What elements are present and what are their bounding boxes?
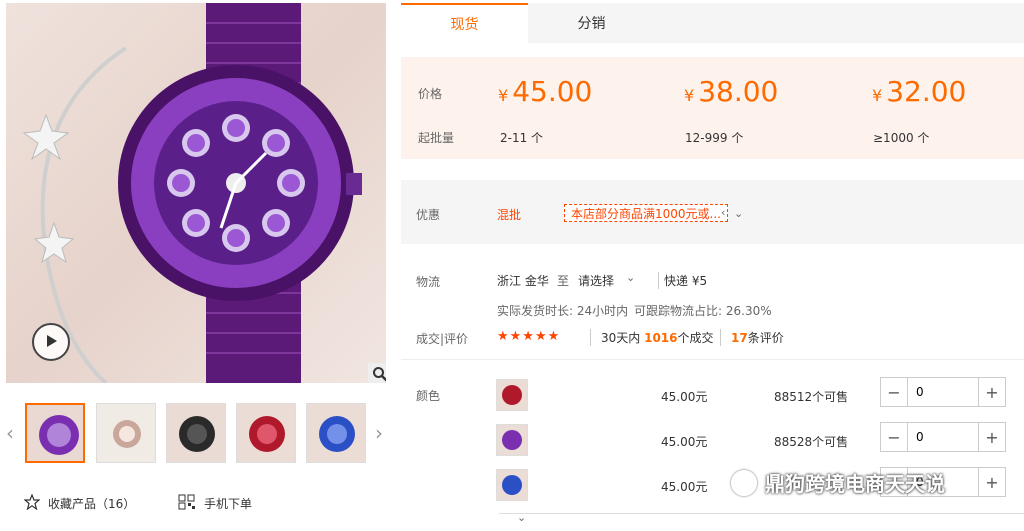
moq-label: 起批量 bbox=[418, 131, 455, 145]
quantity-stepper: − + bbox=[880, 377, 1006, 407]
chevron-down-icon[interactable]: ⌄ bbox=[626, 271, 635, 284]
to-label: 至 bbox=[557, 274, 570, 288]
quantity-input[interactable] bbox=[907, 378, 979, 406]
moq-range-2: 12-999 个 bbox=[685, 131, 744, 145]
decrement-button[interactable]: − bbox=[881, 423, 907, 451]
chevron-left-icon: ‹ bbox=[721, 206, 726, 219]
gallery-actions: 收藏产品（16） 手机下单 bbox=[0, 493, 395, 514]
currency-symbol: ¥ bbox=[498, 86, 509, 105]
divider bbox=[401, 359, 1024, 360]
deals-prefix: 30天内 bbox=[601, 331, 641, 345]
currency-symbol: ¥ bbox=[684, 86, 695, 105]
deals-number: 1016 bbox=[644, 331, 678, 345]
price-tier-3: ¥32.00 bbox=[872, 75, 966, 108]
origin-location: 浙江 金华 bbox=[497, 274, 549, 288]
thumbnail-5[interactable] bbox=[306, 403, 366, 463]
watermark: 鼎狗跨境电商天天说 bbox=[731, 468, 945, 497]
price-tier-1: ¥45.00 bbox=[498, 75, 592, 108]
wechat-icon bbox=[731, 469, 757, 496]
increment-button[interactable]: + bbox=[979, 423, 1005, 451]
main-product-image[interactable] bbox=[6, 3, 386, 383]
rating-stars: ★★★★★ bbox=[497, 329, 561, 344]
sku-stock: 88528个可售 bbox=[774, 435, 849, 449]
qr-code-icon bbox=[178, 494, 196, 513]
increment-button[interactable]: + bbox=[979, 468, 1005, 496]
price-value: 32.00 bbox=[886, 75, 967, 108]
reviews-label: 成交|评价 bbox=[416, 332, 469, 346]
dispatch-time: 实际发货时长: 24小时内 bbox=[497, 304, 629, 318]
sku-thumbnail[interactable] bbox=[496, 424, 528, 456]
sku-row: 45.00元 88528个可售 − + bbox=[401, 421, 1024, 461]
trackable-ratio: 可跟踪物流占比: 26.30% bbox=[634, 304, 772, 318]
review-number: 17 bbox=[731, 331, 748, 345]
decrement-button[interactable]: − bbox=[881, 378, 907, 406]
tab-distribution[interactable]: 分销 bbox=[528, 3, 655, 43]
thumbnail-strip: ‹ › bbox=[0, 402, 395, 464]
chevron-down-icon[interactable]: ⌄ bbox=[734, 207, 743, 220]
deals-count: 30天内 1016个成交 bbox=[590, 329, 714, 346]
destination-select[interactable]: 请选择 bbox=[578, 272, 614, 289]
currency-symbol: ¥ bbox=[872, 86, 883, 105]
star-outline-icon bbox=[23, 493, 41, 513]
tab-bar: 现货 分销 bbox=[401, 3, 1024, 43]
product-detail-panel: 现货 分销 价格 起批量 ¥45.00 2-11 个 ¥38.00 12-999… bbox=[401, 0, 1024, 531]
play-icon bbox=[43, 333, 59, 352]
chevron-right-icon[interactable]: › bbox=[372, 420, 386, 446]
promo-label: 优惠 bbox=[416, 208, 441, 222]
mixed-batch-link[interactable]: 混批 bbox=[497, 206, 521, 223]
mobile-order-link[interactable]: 手机下单 bbox=[178, 494, 252, 513]
sku-footer: ⌄ bbox=[499, 511, 1024, 531]
sku-thumbnail[interactable] bbox=[496, 379, 528, 411]
moq-range-3: ≥1000 个 bbox=[873, 131, 930, 145]
tab-in-stock[interactable]: 现货 bbox=[401, 3, 528, 43]
thumbnail-2[interactable] bbox=[96, 403, 156, 463]
zoom-button[interactable] bbox=[368, 363, 386, 383]
logistics-label: 物流 bbox=[416, 275, 441, 289]
increment-button[interactable]: + bbox=[979, 378, 1005, 406]
shipping-fee: 快递 ¥5 bbox=[658, 272, 707, 289]
sku-thumbnail[interactable] bbox=[496, 469, 528, 501]
review-suffix: 条评价 bbox=[747, 331, 784, 345]
chevron-down-icon[interactable]: ⌄ bbox=[517, 511, 526, 524]
thumbnail-3[interactable] bbox=[166, 403, 226, 463]
price-label: 价格 bbox=[418, 87, 443, 101]
chevron-left-icon[interactable]: ‹ bbox=[3, 420, 17, 446]
watermark-text: 鼎狗跨境电商天天说 bbox=[765, 472, 945, 496]
promo-tag[interactable]: 本店部分商品满1000元或... bbox=[564, 204, 728, 222]
magnifier-icon bbox=[372, 366, 386, 384]
price-value: 38.00 bbox=[698, 75, 779, 108]
price-tier-2: ¥38.00 bbox=[684, 75, 778, 108]
favorite-link[interactable]: 收藏产品（16） bbox=[23, 493, 136, 513]
product-gallery: ‹ › 收藏产品（16） 手机下单 bbox=[0, 0, 395, 531]
sku-price: 45.00元 bbox=[661, 390, 708, 404]
favorite-label: 收藏产品（16） bbox=[48, 497, 136, 511]
sku-price: 45.00元 bbox=[661, 480, 708, 494]
watch-illustration bbox=[22, 3, 362, 383]
promotion-row: 优惠 混批 本店部分商品满1000元或... ‹ ⌄ bbox=[401, 180, 1024, 244]
sku-row: 45.00元 88512个可售 − + bbox=[401, 376, 1024, 416]
thumbnail-1[interactable] bbox=[25, 403, 85, 463]
thumbnail-4[interactable] bbox=[236, 403, 296, 463]
moq-range-1: 2-11 个 bbox=[500, 131, 544, 145]
play-video-button[interactable] bbox=[32, 323, 70, 361]
mobile-order-label: 手机下单 bbox=[204, 497, 253, 511]
quantity-stepper: − + bbox=[880, 422, 1006, 452]
price-box: 价格 起批量 ¥45.00 2-11 个 ¥38.00 12-999 个 ¥32… bbox=[401, 57, 1024, 159]
deals-suffix: 个成交 bbox=[677, 331, 714, 345]
sku-stock: 88512个可售 bbox=[774, 390, 849, 404]
sku-price: 45.00元 bbox=[661, 435, 708, 449]
quantity-input[interactable] bbox=[907, 423, 979, 451]
price-value: 45.00 bbox=[512, 75, 593, 108]
review-count[interactable]: 17条评价 bbox=[720, 329, 784, 346]
